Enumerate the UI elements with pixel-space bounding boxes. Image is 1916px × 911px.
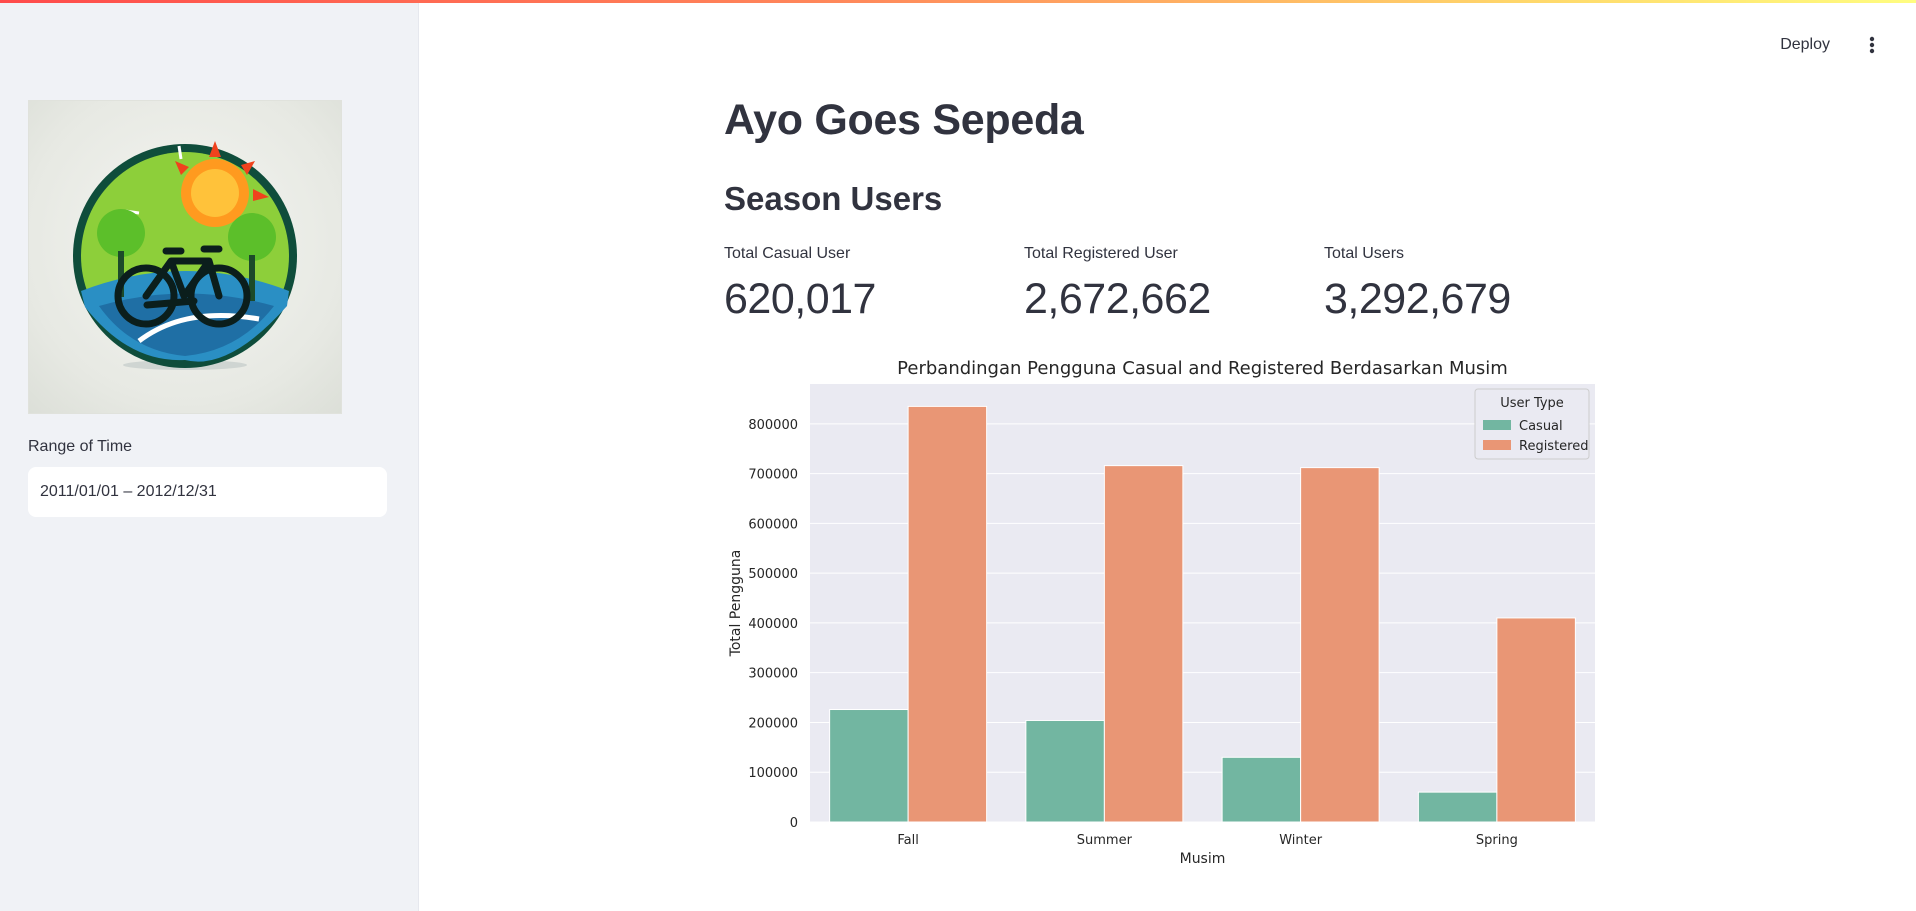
bar-casual (1221, 756, 1302, 823)
metric-total-registered: Total Registered User 2,672,662 (1024, 245, 1211, 324)
y-tick-label: 500000 (748, 567, 798, 582)
header-actions: Deploy (1770, 30, 1886, 60)
bar-registered (1496, 617, 1576, 823)
x-tick-label: Spring (1476, 833, 1518, 848)
date-range-input[interactable]: 2011/01/01 – 2012/12/31 (28, 467, 387, 517)
vertical-dots-icon (1869, 36, 1875, 54)
y-tick-label: 100000 (748, 766, 798, 781)
chart-title: Perbandingan Pengguna Casual and Registe… (897, 358, 1508, 379)
bar-registered (1300, 467, 1380, 823)
metric-label: Total Registered User (1024, 245, 1178, 262)
metric-label: Total Users (1324, 245, 1405, 262)
y-tick-label: 400000 (748, 617, 798, 632)
legend-title: User Type (1500, 396, 1564, 411)
legend-label-registered: Registered (1519, 439, 1589, 454)
x-tick-label: Summer (1077, 833, 1133, 848)
bar-registered (1103, 465, 1184, 823)
deploy-button[interactable]: Deploy (1770, 30, 1840, 60)
top-decoration-bar (0, 0, 1916, 3)
date-range-label: Range of Time (28, 438, 133, 455)
bar-registered (907, 405, 988, 823)
metric-value: 620,017 (724, 275, 876, 323)
x-tick-label: Winter (1279, 833, 1323, 848)
y-tick-label: 300000 (748, 667, 798, 682)
metric-label: Total Casual User (724, 245, 851, 262)
metric-value: 3,292,679 (1324, 275, 1511, 323)
legend-label-casual: Casual (1519, 419, 1563, 434)
bar-chart-svg: 0 100000 200000 300000 400000 500000 600000 700… (728, 358, 1595, 867)
y-axis-label: Total Pengguna (728, 550, 744, 658)
y-tick-label: 600000 (748, 517, 798, 532)
logo-image (28, 100, 342, 414)
sidebar: Range of Time 2011/01/01 – 2012/12/31 (0, 0, 419, 911)
main-menu-button[interactable] (1858, 30, 1886, 60)
date-range-value: 2011/01/01 – 2012/12/31 (40, 483, 217, 500)
y-tick-label: 200000 (748, 716, 798, 731)
bar-casual (1417, 791, 1498, 823)
y-tick-label: 800000 (748, 418, 798, 433)
bicycle-logo-icon (73, 141, 297, 370)
metric-value: 2,672,662 (1024, 275, 1211, 323)
y-tick-label: 0 (790, 816, 798, 831)
legend-swatch-registered (1483, 440, 1511, 450)
page-title: Ayo Goes Sepeda (724, 96, 1084, 144)
x-tick-label: Fall (897, 833, 918, 848)
bar-casual (1025, 719, 1105, 823)
bar-casual (829, 709, 909, 823)
season-users-chart: 0 100000 200000 300000 400000 500000 600000 700… (720, 352, 1600, 872)
metric-total-users: Total Users 3,292,679 (1324, 245, 1511, 324)
x-axis-label: Musim (1180, 851, 1226, 867)
section-title: Season Users (724, 180, 943, 217)
y-tick-label: 700000 (748, 468, 798, 483)
legend-swatch-casual (1483, 420, 1511, 430)
metric-total-casual: Total Casual User 620,017 (724, 245, 876, 324)
